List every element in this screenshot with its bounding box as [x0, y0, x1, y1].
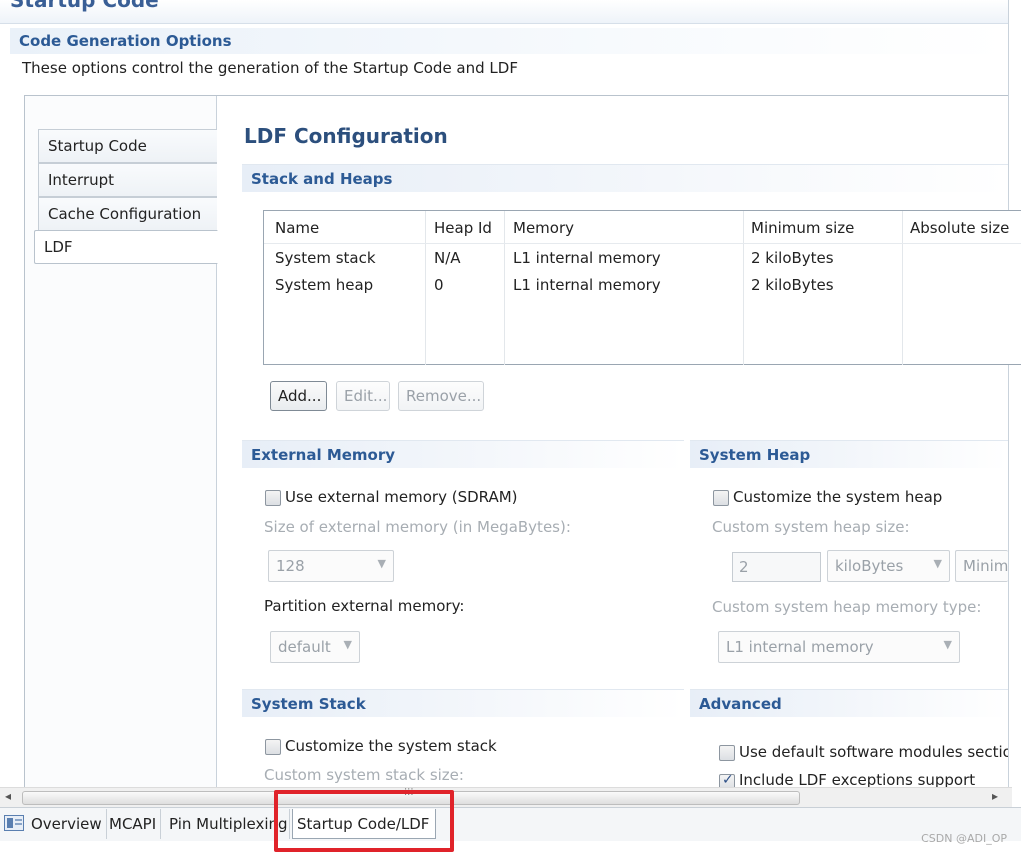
editor-header-strip: Startup Code	[0, 0, 1021, 24]
external-memory-title: External Memory	[251, 446, 396, 464]
system-heap-title: System Heap	[699, 446, 811, 464]
watermark: CSDN @ADI_OP	[921, 832, 1007, 845]
edit-button[interactable]: Edit...	[336, 381, 390, 411]
customize-system-stack-checkbox[interactable]	[265, 739, 281, 755]
external-memory-size-value: 128	[276, 557, 305, 575]
advanced-title: Advanced	[699, 695, 782, 713]
cell-minimum-size: 2 kiloBytes	[751, 249, 834, 267]
tab-pin-multiplexing[interactable]: Pin Multiplexing	[165, 809, 290, 839]
chevron-down-icon: ▼	[943, 638, 952, 651]
cell-heap-id: 0	[434, 276, 444, 294]
section-title: Code Generation Options	[19, 32, 232, 50]
system-heap-type-combo[interactable]: L1 internal memory ▼	[718, 631, 960, 663]
system-stack-title: System Stack	[251, 695, 366, 713]
partition-external-memory-label: Partition external memory:	[264, 597, 465, 615]
column-header-name[interactable]: Name	[275, 219, 319, 237]
highlight-box	[274, 790, 454, 852]
column-header-absolute-size[interactable]: Absolute size	[910, 219, 1009, 237]
customize-system-stack-label[interactable]: Customize the system stack	[285, 737, 497, 755]
default-modules-label[interactable]: Use default software modules sectio	[739, 743, 1008, 761]
tab-overview[interactable]: Overview	[27, 809, 107, 839]
ldf-exceptions-label[interactable]: Include LDF exceptions support	[739, 771, 975, 787]
cell-name: System heap	[275, 276, 374, 294]
system-heap-type-value: L1 internal memory	[726, 638, 874, 656]
system-heap-unit-combo[interactable]: kiloBytes ▼	[827, 550, 950, 582]
overview-icon	[4, 815, 24, 831]
system-heap-minimum-value: Minim	[963, 557, 1008, 575]
external-memory-size-label: Size of external memory (in MegaBytes):	[264, 518, 571, 536]
chevron-down-icon: ▼	[377, 557, 386, 570]
cell-memory: L1 internal memory	[513, 249, 661, 267]
use-external-memory-label[interactable]: Use external memory (SDRAM)	[285, 488, 518, 506]
scroll-left-arrow-icon[interactable]: ◂	[5, 789, 11, 803]
system-heap-minimum-combo[interactable]: Minim	[955, 550, 1008, 582]
editor-title: Startup Code	[10, 0, 159, 12]
use-external-memory-checkbox[interactable]	[265, 490, 281, 506]
side-tab-ldf[interactable]: LDF	[34, 230, 218, 264]
partition-external-memory-combo[interactable]: default ▼	[270, 631, 360, 663]
chevron-down-icon: ▼	[343, 638, 352, 651]
cell-heap-id: N/A	[434, 249, 461, 267]
side-tab-cache-configuration[interactable]: Cache Configuration	[38, 197, 217, 231]
scroll-right-arrow-icon[interactable]: ▸	[992, 789, 998, 803]
ldf-configuration-title: LDF Configuration	[244, 124, 448, 148]
side-tab-startup-code[interactable]: Startup Code	[38, 129, 217, 163]
column-header-minimum-size[interactable]: Minimum size	[751, 219, 854, 237]
partition-value: default	[278, 638, 331, 656]
right-edge	[1008, 0, 1021, 790]
column-header-heap-id[interactable]: Heap Id	[434, 219, 492, 237]
cell-minimum-size: 2 kiloBytes	[751, 276, 834, 294]
side-tab-interrupt[interactable]: Interrupt	[38, 163, 217, 197]
default-modules-checkbox[interactable]	[719, 745, 735, 761]
external-memory-size-combo[interactable]: 128 ▼	[268, 550, 394, 582]
stack-heaps-title: Stack and Heaps	[251, 170, 393, 188]
add-button[interactable]: Add...	[270, 381, 327, 411]
customize-system-heap-checkbox[interactable]	[713, 490, 729, 506]
customize-system-heap-label[interactable]: Customize the system heap	[733, 488, 942, 506]
horizontal-scrollbar[interactable]: ◂ ⁞⁞⁞ ▸	[0, 787, 1012, 807]
column-header-memory[interactable]: Memory	[513, 219, 574, 237]
cell-name: System stack	[275, 249, 376, 267]
system-heap-size-label: Custom system heap size:	[712, 518, 910, 536]
cell-memory: L1 internal memory	[513, 276, 661, 294]
system-heap-size-input[interactable]: 2	[732, 552, 821, 582]
remove-button[interactable]: Remove...	[398, 381, 484, 411]
chevron-down-icon: ▼	[933, 557, 942, 570]
system-heap-unit-value: kiloBytes	[835, 557, 904, 575]
system-stack-size-label: Custom system stack size:	[264, 766, 464, 784]
stack-heaps-table[interactable]: Name Heap Id Memory Minimum size Absolut…	[263, 210, 1021, 365]
section-description: These options control the generation of …	[22, 59, 518, 77]
tab-mcapi[interactable]: MCAPI	[105, 809, 162, 839]
system-heap-type-label: Custom system heap memory type:	[712, 598, 982, 616]
